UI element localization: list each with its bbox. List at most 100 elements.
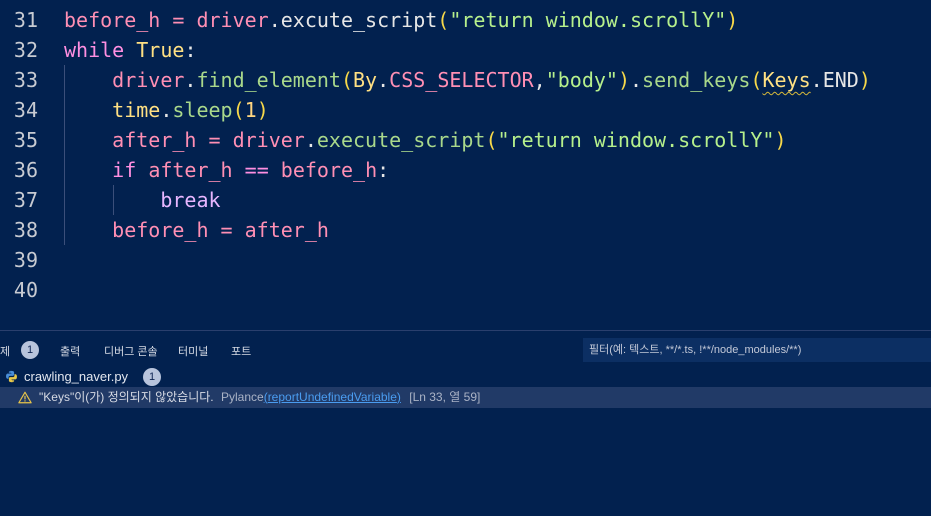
code-line[interactable]: 37 break xyxy=(0,185,931,215)
code-token: . xyxy=(268,8,281,32)
code-token: after_h xyxy=(148,158,233,182)
code-token: . xyxy=(304,128,317,152)
panel-tab-bar: 제 1 출력 디버그 콘솔 터미널 포트 필터(예: 텍스트, **/*.ts,… xyxy=(0,330,931,367)
file-problem-count-badge: 1 xyxy=(143,368,161,386)
code-line[interactable]: 31 before_h = driver.excute_script("retur… xyxy=(0,5,931,35)
tab-terminal[interactable]: 터미널 xyxy=(178,343,208,359)
problem-rule-close: ) xyxy=(396,390,401,404)
code-token: sleep xyxy=(172,98,233,122)
line-number: 40 xyxy=(13,278,38,302)
code-line[interactable]: 40 xyxy=(0,275,931,305)
code-text: driver.find_element(By.CSS_SELECTOR,"bod… xyxy=(64,65,871,95)
problem-rule-link[interactable]: reportUndefinedVariable xyxy=(268,390,397,404)
code-token: driver xyxy=(196,8,269,32)
tab-debug-console[interactable]: 디버그 콘솔 xyxy=(104,343,158,359)
code-text: while True: xyxy=(64,35,196,65)
code-token: after_h xyxy=(244,218,329,242)
code-token: ) xyxy=(617,68,630,92)
code-token: Keys xyxy=(762,68,811,92)
code-token: ( xyxy=(485,128,498,152)
code-token: before_h xyxy=(280,158,378,182)
code-token: . xyxy=(160,98,173,122)
problem-file-row[interactable]: crawling_naver.py 1 xyxy=(0,366,931,387)
line-number: 38 xyxy=(13,218,38,242)
code-token: . xyxy=(630,68,643,92)
problem-message: "Keys"이(가) 정의되지 않았습니다. xyxy=(39,390,214,404)
code-token: : xyxy=(377,158,390,182)
code-token: "return window.scrollY" xyxy=(449,8,727,32)
tab-output[interactable]: 출력 xyxy=(60,343,80,359)
code-token: : xyxy=(184,38,197,62)
code-token: before_h xyxy=(112,218,209,242)
code-token: ) xyxy=(858,68,871,92)
code-editor[interactable]: 31 before_h = driver.excute_script("retur… xyxy=(0,0,931,330)
warning-icon xyxy=(18,391,32,404)
code-token: 1 xyxy=(244,98,257,122)
problem-source: Pylance xyxy=(220,390,264,404)
code-token: before_h xyxy=(64,8,161,32)
code-token: True xyxy=(136,38,185,62)
code-token: = xyxy=(196,128,233,152)
code-token: find_element xyxy=(196,68,341,92)
code-line[interactable]: 35 after_h = driver.execute_script("retu… xyxy=(0,125,931,155)
code-token: ) xyxy=(256,98,269,122)
code-token: ) xyxy=(774,128,787,152)
line-number: 37 xyxy=(13,188,38,212)
code-token: = xyxy=(160,8,197,32)
line-number: 32 xyxy=(13,38,38,62)
code-token: ( xyxy=(437,8,450,32)
code-token: CSS_SELECTOR xyxy=(389,68,534,92)
code-token: after_h xyxy=(112,128,197,152)
code-token: "body" xyxy=(545,68,618,92)
code-token: driver xyxy=(112,68,185,92)
code-token: . xyxy=(377,68,390,92)
problem-location: [Ln 33, 열 59] xyxy=(409,390,481,404)
code-token: time xyxy=(112,98,161,122)
code-line[interactable]: 36 if after_h == before_h: xyxy=(0,155,931,185)
problems-count-badge: 1 xyxy=(21,341,39,359)
code-token: == xyxy=(232,158,281,182)
problems-filter-input[interactable]: 필터(예: 텍스트, **/*.ts, !**/node_modules/**) xyxy=(583,338,931,362)
code-line[interactable]: 34 time.sleep(1) xyxy=(0,95,931,125)
line-number: 31 xyxy=(13,8,38,32)
code-token: , xyxy=(533,68,546,92)
code-text: break xyxy=(64,185,221,215)
code-token: break xyxy=(160,188,221,212)
code-token: ( xyxy=(232,98,245,122)
code-text: time.sleep(1) xyxy=(64,95,269,125)
code-token: By xyxy=(353,68,378,92)
problem-file-name: crawling_naver.py xyxy=(24,369,129,384)
tab-ports[interactable]: 포트 xyxy=(231,343,251,359)
code-text: after_h = driver.execute_script("return … xyxy=(64,125,787,155)
code-text: before_h = after_h xyxy=(64,215,329,245)
problem-item[interactable]: "Keys"이(가) 정의되지 않았습니다. Pylance(reportUnd… xyxy=(0,387,931,408)
code-token: ( xyxy=(750,68,763,92)
code-token: ( xyxy=(340,68,354,92)
code-text: before_h = driver.excute_script("return … xyxy=(64,5,738,35)
tab-problems[interactable]: 제 xyxy=(0,343,10,359)
code-token: send_keys xyxy=(642,68,751,92)
code-token: execute_script xyxy=(316,128,486,152)
line-number: 35 xyxy=(13,128,38,152)
code-token: END xyxy=(822,68,859,92)
indent-guide xyxy=(113,185,114,215)
code-line[interactable]: 33 driver.find_element(By.CSS_SELECTOR,"… xyxy=(0,65,931,95)
line-number: 39 xyxy=(13,248,38,272)
code-line[interactable]: 32 while True: xyxy=(0,35,931,65)
code-token: . xyxy=(184,68,197,92)
code-line[interactable]: 39 xyxy=(0,245,931,275)
code-token: driver xyxy=(232,128,305,152)
python-file-icon xyxy=(6,370,17,383)
code-token: . xyxy=(810,68,823,92)
code-token: ) xyxy=(726,8,739,32)
code-token: if xyxy=(112,158,137,182)
code-token: excute_script xyxy=(280,8,438,32)
code-token: = xyxy=(208,218,245,242)
code-line[interactable]: 38 before_h = after_h xyxy=(0,215,931,245)
